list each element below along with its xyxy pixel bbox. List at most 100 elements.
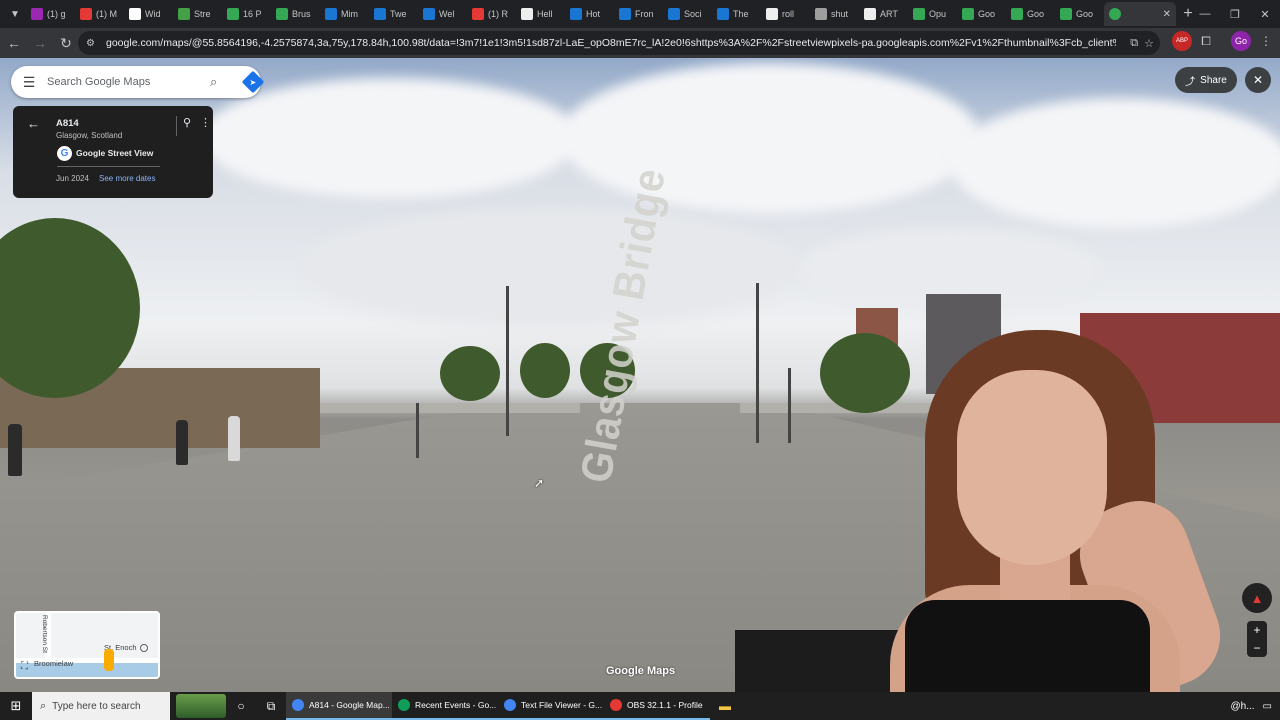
maps-search-input[interactable] xyxy=(47,76,197,88)
browser-tab[interactable]: (1) g xyxy=(26,2,75,26)
task-view-icon[interactable]: ⧉ xyxy=(256,692,286,720)
browser-tab[interactable]: Goo xyxy=(1006,2,1055,26)
tab-favicon-icon xyxy=(80,8,92,20)
tree xyxy=(520,343,570,398)
tab-favicon-icon xyxy=(472,8,484,20)
tab-favicon-icon xyxy=(374,8,386,20)
tab-favicon-icon xyxy=(962,8,974,20)
taskbar-app[interactable]: A814 - Google Map... xyxy=(286,692,392,720)
browser-tab[interactable]: Goo xyxy=(1055,2,1104,26)
extensions-icon[interactable]: ⧠ xyxy=(1196,31,1216,51)
tab-search-icon[interactable]: ▼ xyxy=(4,3,26,25)
tab-label: Brus xyxy=(292,9,311,19)
taskbar-app[interactable]: Recent Events - Go... xyxy=(392,692,498,720)
browser-tab[interactable]: Wel xyxy=(418,2,467,26)
taskbar-app[interactable]: OBS 32.1.1 - Profile xyxy=(604,692,710,720)
cloud xyxy=(200,78,580,198)
taskbar-app[interactable]: Text File Viewer - G... xyxy=(498,692,604,720)
streamer-face xyxy=(957,370,1107,565)
arrow-left-icon[interactable]: ← xyxy=(27,116,40,131)
tab-favicon-icon xyxy=(276,8,288,20)
browser-tab[interactable]: Stre xyxy=(173,2,222,26)
taskbar-search-input[interactable] xyxy=(52,700,153,712)
notification-icon[interactable]: ▭ xyxy=(1263,701,1272,712)
tab-label: Wid xyxy=(145,9,161,19)
tab-label: Hell xyxy=(537,9,553,19)
install-app-icon[interactable]: ⧉ xyxy=(1130,37,1138,50)
tab-favicon-icon xyxy=(717,8,729,20)
browser-tab[interactable]: Wid xyxy=(124,2,173,26)
tab-favicon-icon xyxy=(619,8,631,20)
tab-label: Goo xyxy=(1076,9,1094,19)
close-window-icon[interactable]: ✕ xyxy=(1250,0,1280,28)
cortana-icon[interactable]: ○ xyxy=(226,692,256,720)
tab-label: Fron xyxy=(635,9,654,19)
profile-avatar[interactable]: Go xyxy=(1231,31,1251,51)
browser-tab[interactable]: Hot xyxy=(565,2,614,26)
maximize-icon[interactable]: ❐ xyxy=(1220,0,1250,28)
windows-start-icon[interactable]: ⊞ xyxy=(0,692,32,720)
tab-favicon-icon xyxy=(129,8,141,20)
browser-menu-icon[interactable]: ⋮ xyxy=(1256,31,1276,51)
share-button[interactable]: ⤴ Share xyxy=(1175,67,1237,93)
adblock-extension-icon[interactable]: ABP xyxy=(1172,31,1192,51)
browser-tab[interactable]: shut xyxy=(810,2,859,26)
browser-tab[interactable]: The xyxy=(712,2,761,26)
app-icon xyxy=(292,699,304,711)
minimap-label: Broomielaw xyxy=(34,659,74,668)
divider xyxy=(57,166,160,167)
close-icon[interactable]: ✕ xyxy=(1245,67,1271,93)
tab-label: ART xyxy=(880,9,898,19)
minimap[interactable]: Robertson St St. Enoch Broomielaw ⛶ xyxy=(14,611,160,679)
search-icon[interactable]: ⌕ xyxy=(210,74,217,90)
file-explorer-icon[interactable]: ▬ xyxy=(710,692,740,720)
browser-tab[interactable]: Twe xyxy=(369,2,418,26)
browser-tab[interactable]: Opu xyxy=(908,2,957,26)
close-tab-icon[interactable]: ✕ xyxy=(1163,9,1171,20)
browser-tab[interactable]: ART xyxy=(859,2,908,26)
tab-label: Opu xyxy=(929,9,947,19)
browser-tab[interactable]: Brus xyxy=(271,2,320,26)
forward-icon[interactable]: → xyxy=(28,31,52,55)
browser-tab[interactable]: Fron xyxy=(614,2,663,26)
webcam-shadow xyxy=(735,630,915,692)
location-info-card: ← A814 Glasgow, Scotland ⚲ ⋮ G Google St… xyxy=(13,106,213,198)
bookmark-star-icon[interactable]: ☆ xyxy=(1144,37,1154,50)
site-info-icon[interactable]: ⚙ xyxy=(86,38,102,49)
weather-widget[interactable] xyxy=(176,694,226,718)
taskbar-search[interactable]: ⌕ xyxy=(32,692,170,720)
browser-tab[interactable]: Hell xyxy=(516,2,565,26)
bridge-railing xyxy=(320,403,580,413)
tray-text[interactable]: @h... xyxy=(1230,701,1254,712)
location-pin-icon[interactable]: ⚲ xyxy=(183,116,191,129)
browser-tab[interactable]: 16 P xyxy=(222,2,271,26)
browser-tab[interactable]: Goo xyxy=(957,2,1006,26)
tab-label: (1) g xyxy=(47,9,66,19)
see-more-dates-link[interactable]: See more dates xyxy=(99,174,155,183)
browser-tab[interactable]: Mim xyxy=(320,2,369,26)
url-text[interactable]: google.com/maps/@55.8564196,-4.2575874,3… xyxy=(106,37,1116,49)
tab-label: Stre xyxy=(194,9,211,19)
back-icon[interactable]: ← xyxy=(2,31,26,55)
location-subtitle: Glasgow, Scotland xyxy=(56,131,123,140)
tab-favicon-icon xyxy=(815,8,827,20)
streamer-top xyxy=(905,600,1150,692)
browser-tab[interactable]: Soci xyxy=(663,2,712,26)
tab-label: Soci xyxy=(684,9,702,19)
bollard xyxy=(416,403,419,458)
tree xyxy=(440,346,500,401)
expand-icon[interactable]: ⛶ xyxy=(21,661,28,672)
webcam-overlay xyxy=(735,330,1280,692)
reload-icon[interactable]: ↻ xyxy=(54,31,78,55)
more-vert-icon[interactable]: ⋮ xyxy=(200,116,211,129)
pegman-icon[interactable] xyxy=(104,649,114,671)
minimize-icon[interactable]: — xyxy=(1190,0,1220,28)
browser-tab[interactable]: (1) R xyxy=(467,2,516,26)
tab-favicon-icon xyxy=(570,8,582,20)
browser-tab[interactable]: roll xyxy=(761,2,810,26)
hamburger-icon[interactable]: ☰ xyxy=(11,74,47,91)
tab-label: Wel xyxy=(439,9,455,19)
address-bar[interactable]: ⚙ google.com/maps/@55.8564196,-4.2575874… xyxy=(78,31,1160,55)
browser-tab-active[interactable]: ✕ xyxy=(1104,2,1176,26)
browser-tab[interactable]: (1) M xyxy=(75,2,124,26)
